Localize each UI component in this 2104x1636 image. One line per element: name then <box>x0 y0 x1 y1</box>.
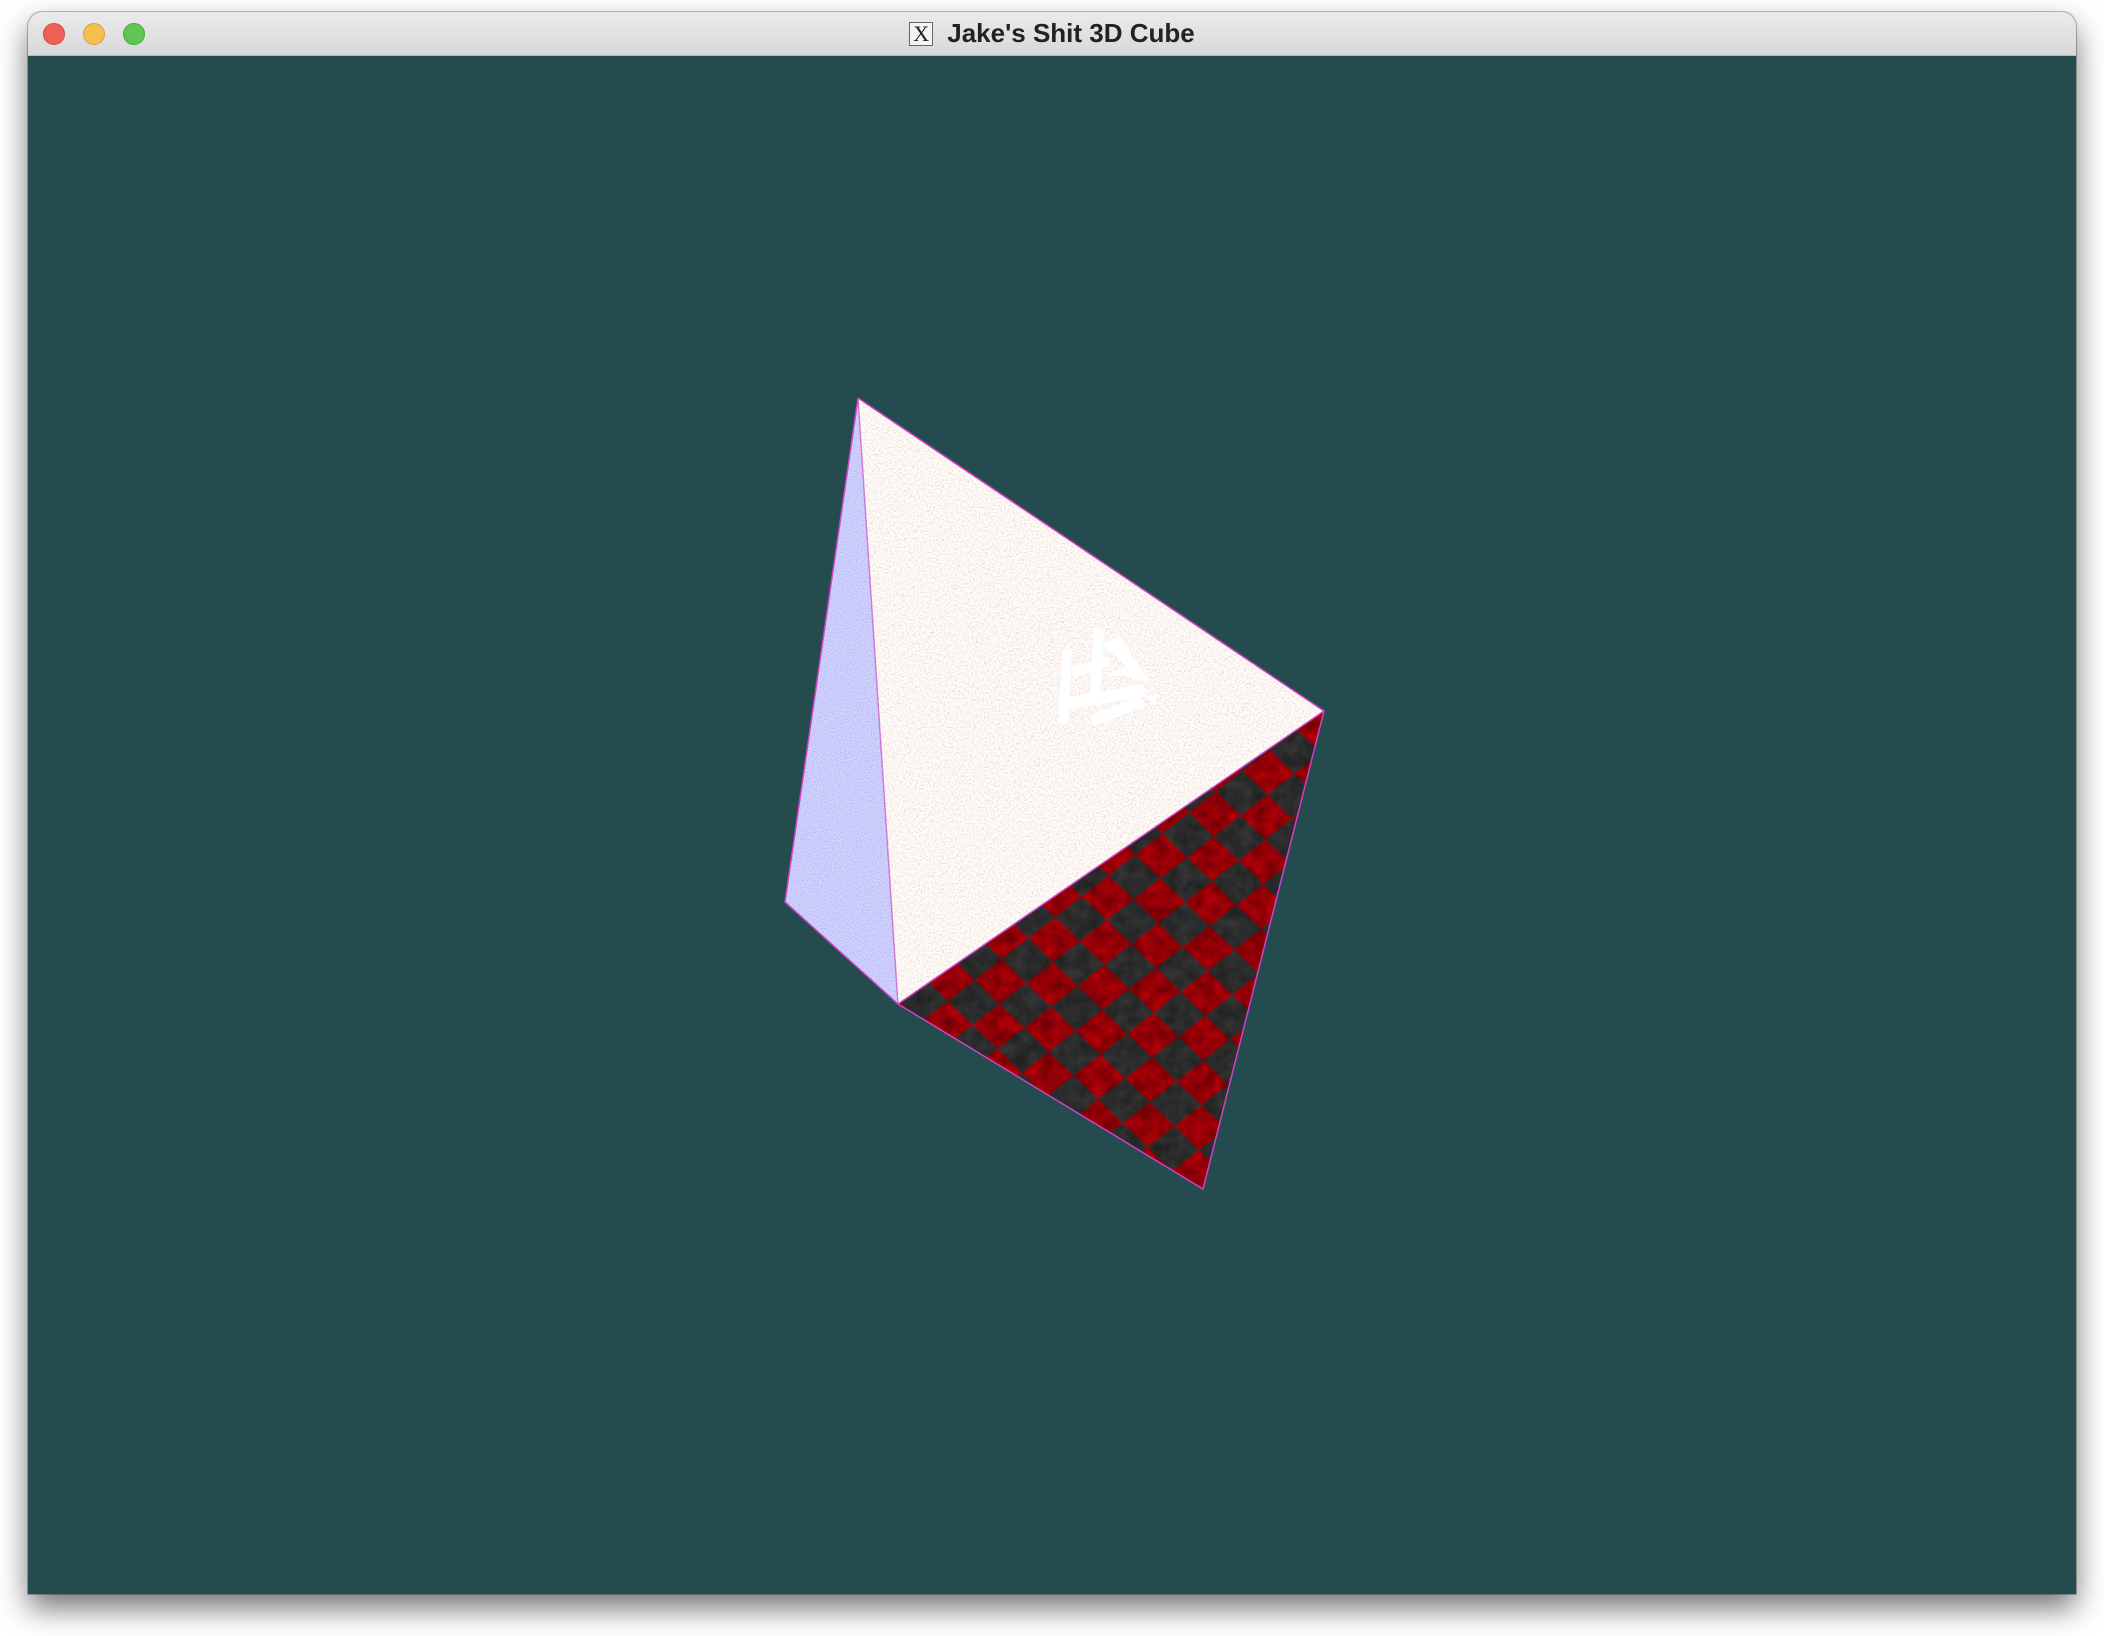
app-window: X Jake's Shit 3D Cube <box>28 12 2076 1594</box>
render-canvas[interactable] <box>28 56 2076 1594</box>
x11-icon: X <box>909 21 934 46</box>
window-title: Jake's Shit 3D Cube <box>947 18 1195 48</box>
scene-svg <box>784 397 1325 1191</box>
title-group: X Jake's Shit 3D Cube <box>28 12 2076 55</box>
title-bar[interactable]: X Jake's Shit 3D Cube <box>28 12 2076 56</box>
